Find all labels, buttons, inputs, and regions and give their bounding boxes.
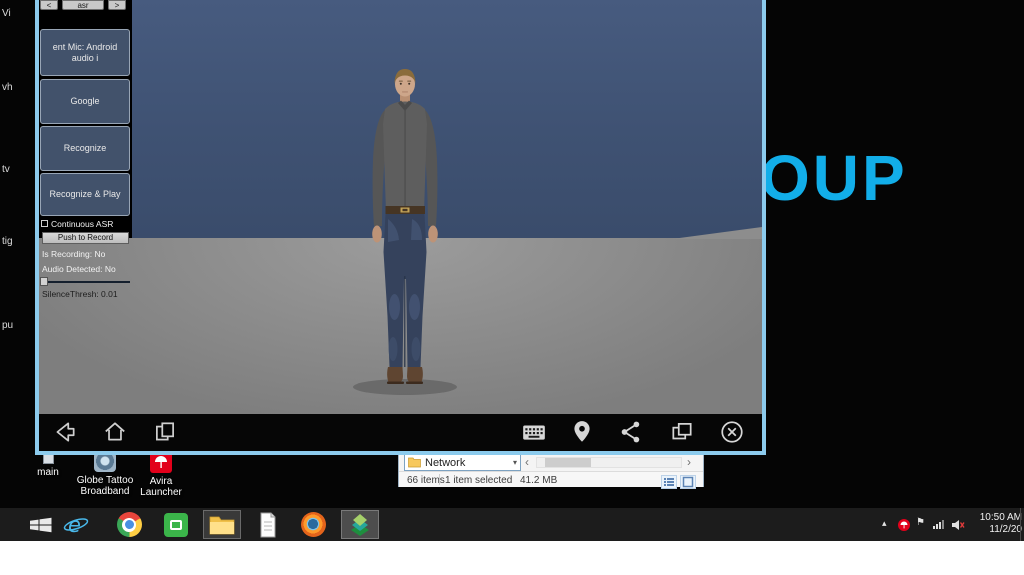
ie-logo-icon: e: [63, 513, 89, 537]
address-value: Network: [425, 456, 466, 469]
green-app-icon[interactable]: [161, 511, 191, 538]
virtual-human-avatar[interactable]: [352, 64, 458, 398]
desktop-icon-label: main: [37, 467, 59, 478]
avira-umbrella-icon: [898, 519, 910, 531]
network-icon[interactable]: [933, 520, 944, 529]
desktop-icon-main[interactable]: main: [19, 452, 77, 478]
continuous-asr-label: Continuous ASR: [51, 219, 114, 229]
emulator-window: < asr > ent Mic: Android audio i Google …: [35, 0, 766, 455]
scrollbar-thumb[interactable]: [545, 458, 591, 467]
address-combobox[interactable]: Network ▾: [404, 454, 521, 471]
details-view-button[interactable]: [661, 475, 677, 489]
firefox-logo-icon: [300, 512, 326, 537]
document-app-icon[interactable]: [253, 511, 283, 538]
internet-explorer-icon[interactable]: e: [61, 511, 91, 538]
desktop-icon-label-fragment[interactable]: pu: [2, 320, 13, 331]
desktop-icon-globe-tattoo[interactable]: Globe Tattoo Broadband: [76, 452, 134, 497]
speaker-icon: [952, 520, 965, 530]
large-icons-view-icon: [682, 476, 694, 488]
emulator-screen: < asr > ent Mic: Android audio i Google …: [39, 0, 762, 451]
chevron-down-icon[interactable]: ▾: [513, 458, 517, 467]
scroll-right-button[interactable]: ›: [687, 455, 691, 469]
home-icon[interactable]: [102, 419, 128, 445]
selection-count: 1 item selected: [445, 475, 513, 486]
keyboard-icon[interactable]: [521, 419, 547, 445]
folder-icon: [408, 457, 421, 468]
asr-panel: ent Mic: Android audio i Google Recogniz…: [39, 0, 134, 414]
wallpaper-text: OUP: [760, 142, 908, 214]
continuous-asr-checkbox[interactable]: [41, 220, 48, 227]
multi-window-icon[interactable]: [669, 419, 695, 445]
audio-detected-status: Audio Detected: No: [42, 264, 116, 274]
list-view-icon: [664, 478, 674, 486]
location-icon[interactable]: [569, 419, 595, 445]
clock-date: 11/2/20: [989, 524, 1022, 535]
desktop-icon-label: Globe Tattoo Broadband: [76, 475, 134, 497]
desktop-icon-label-fragment[interactable]: tv: [2, 164, 10, 175]
scene-3d-viewport[interactable]: [39, 0, 762, 414]
firefox-icon[interactable]: [298, 511, 328, 538]
desktop-icon-label: Avira Launcher: [140, 476, 182, 498]
share-icon[interactable]: [618, 419, 644, 445]
volume-icon[interactable]: [951, 518, 965, 536]
push-to-record-button[interactable]: Push to Record: [42, 232, 129, 244]
current-mic-button[interactable]: ent Mic: Android audio i: [40, 29, 130, 76]
avira-tray-icon[interactable]: [898, 518, 910, 536]
globe-tattoo-icon: [94, 452, 116, 472]
silence-threshold-slider[interactable]: [42, 281, 130, 283]
silence-threshold-label: SilenceThresh: 0.01: [42, 289, 118, 299]
show-desktop-button[interactable]: [1020, 508, 1024, 541]
chrome-icon[interactable]: [114, 511, 144, 538]
desktop-icon-label-fragment[interactable]: Vi: [2, 8, 11, 19]
chrome-logo-icon: [116, 512, 142, 537]
recognize-play-button[interactable]: Recognize & Play: [40, 173, 130, 216]
svg-text:e: e: [68, 513, 81, 537]
desktop-icon-label-fragment[interactable]: vh: [2, 82, 13, 93]
bluestacks-logo-icon: [351, 513, 369, 536]
explorer-statusbar: 66 items 1 item selected 41.2 MB: [399, 471, 703, 489]
back-icon[interactable]: [52, 419, 78, 445]
taskbar: e ▴ ⚑ 10:50 AM 11/2/20: [0, 508, 1024, 541]
slider-thumb[interactable]: [40, 277, 48, 286]
clock-time: 10:50 AM: [979, 512, 1022, 523]
selection-size: 41.2 MB: [520, 475, 558, 486]
bluestacks-icon[interactable]: [341, 510, 379, 539]
windows-logo-icon: [30, 517, 52, 532]
start-button[interactable]: [26, 511, 56, 538]
file-explorer-icon[interactable]: [203, 510, 241, 539]
google-button[interactable]: Google: [40, 79, 130, 124]
explorer-window: Network ▾ ‹ › 66 items 1 item selected 4…: [398, 450, 704, 489]
green-app-logo-icon: [164, 512, 188, 537]
scroll-left-button[interactable]: ‹: [525, 455, 529, 469]
close-icon[interactable]: [719, 419, 745, 445]
recognize-button[interactable]: Recognize: [40, 126, 130, 171]
action-center-icon[interactable]: ⚑: [916, 517, 925, 528]
recents-icon[interactable]: [152, 419, 178, 445]
is-recording-status: Is Recording: No: [42, 249, 106, 259]
horizontal-scrollbar[interactable]: [536, 457, 682, 468]
thumbnail-view-button[interactable]: [680, 475, 696, 489]
folder-icon: [209, 516, 235, 534]
taskbar-clock[interactable]: 10:50 AM 11/2/20: [970, 512, 1022, 536]
android-navbar: [39, 414, 762, 451]
desktop-icon-avira[interactable]: Avira Launcher: [132, 451, 190, 498]
divider: [439, 474, 440, 485]
document-icon: [260, 512, 276, 537]
desktop-icon-label-fragment[interactable]: tig: [2, 236, 13, 247]
screen: OUP Vi vh tv tig pu main Globe Tattoo Br…: [0, 0, 1024, 575]
hidden-icons-chevron[interactable]: ▴: [882, 518, 887, 529]
